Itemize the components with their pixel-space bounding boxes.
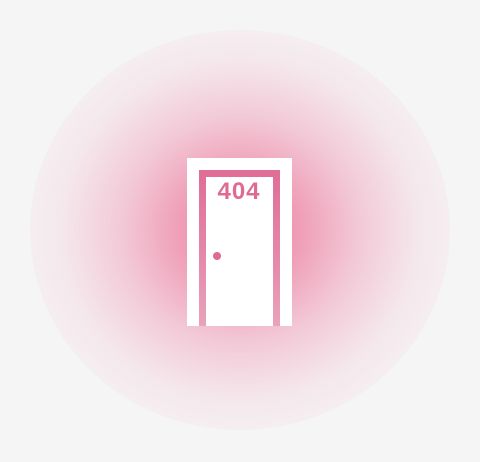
error-code: 404	[217, 178, 261, 205]
error-page: 404	[0, 0, 480, 462]
door-knob-icon	[213, 252, 221, 260]
